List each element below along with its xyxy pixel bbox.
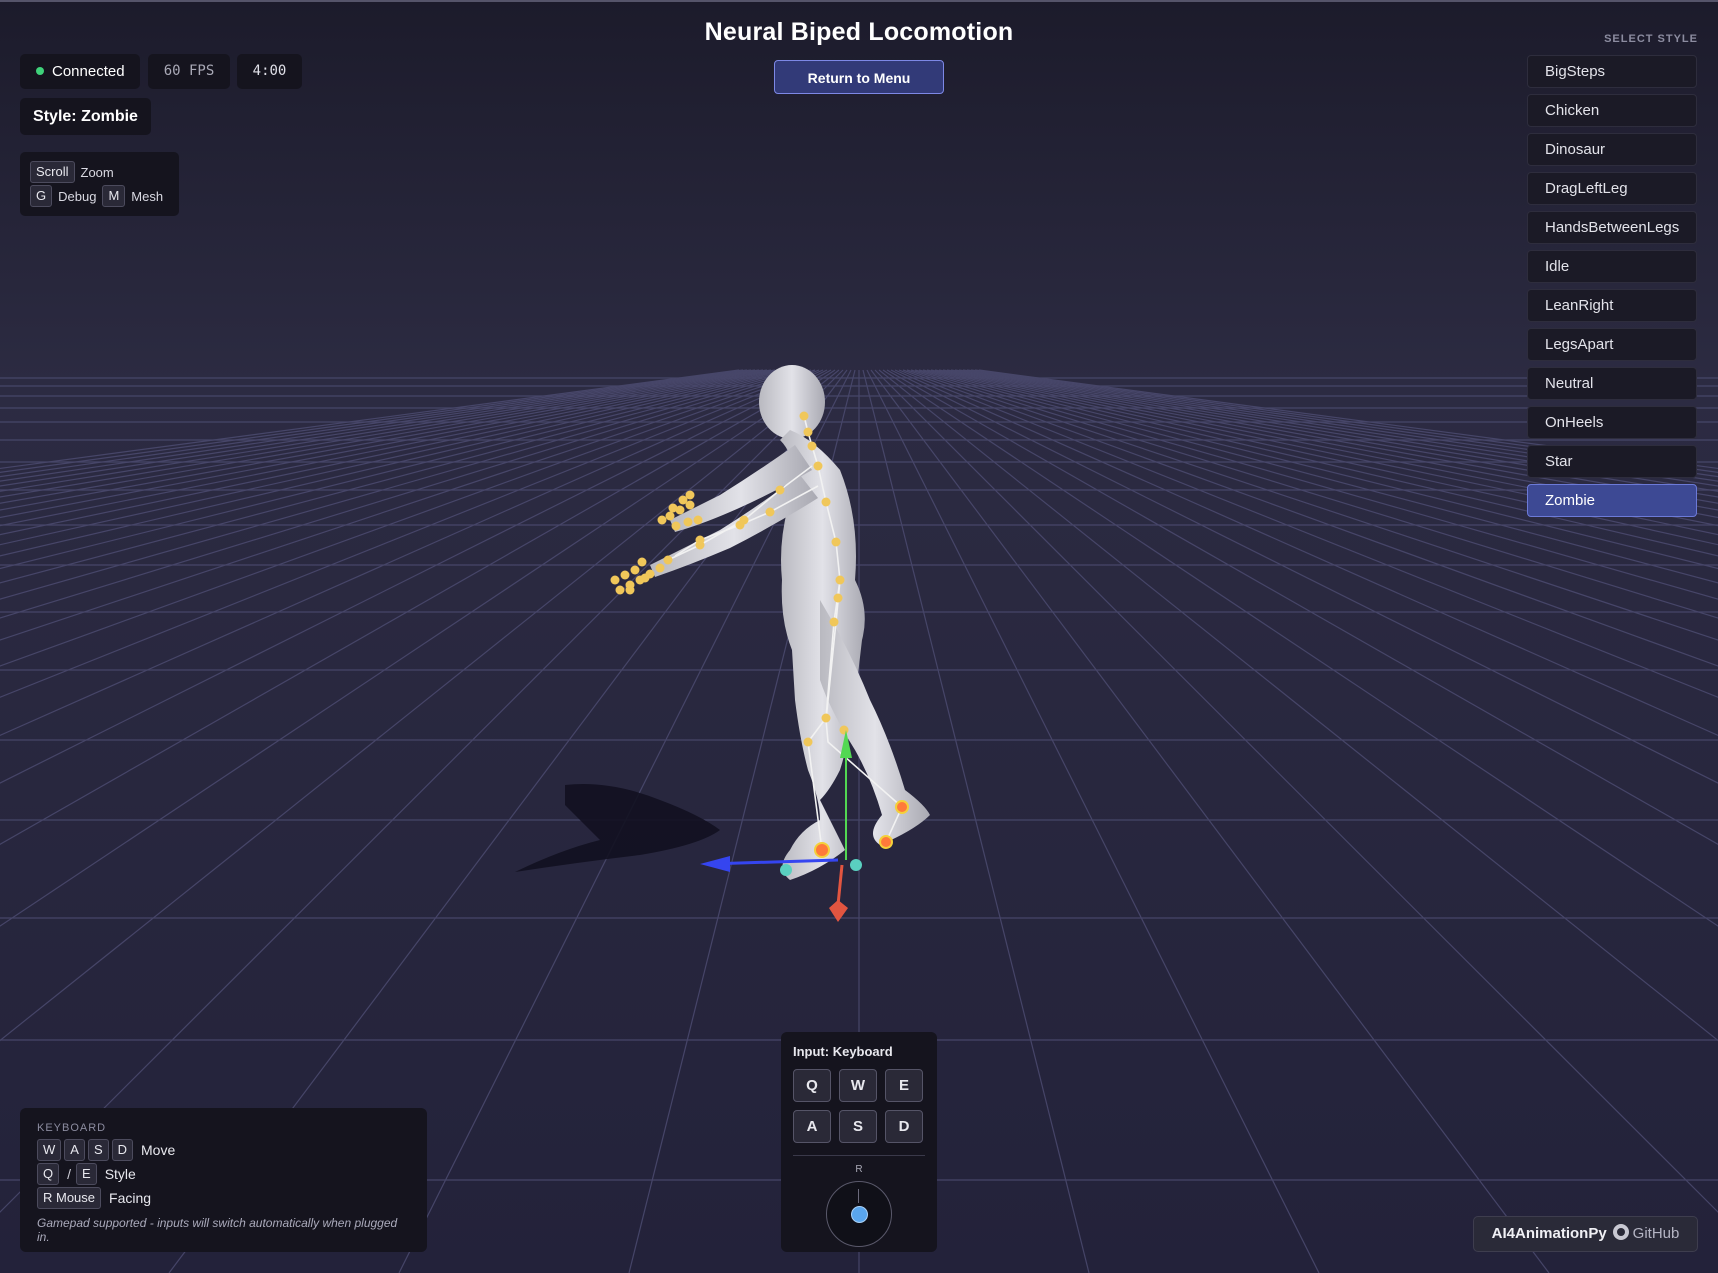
joint-marker (813, 461, 823, 471)
style-item-dinosaur[interactable]: Dinosaur (1527, 133, 1697, 166)
joint-marker (803, 427, 813, 437)
input-mode-label: Input: Keyboard (793, 1044, 893, 1059)
joint-marker (821, 497, 831, 507)
key-d: D (111, 1139, 134, 1161)
key-s: S (87, 1139, 109, 1161)
joint-marker (630, 565, 640, 575)
joint-marker (683, 517, 693, 527)
joint-marker (693, 515, 703, 525)
connection-status: Connected (20, 54, 140, 89)
style-list: BigSteps Chicken Dinosaur DragLeftLeg Ha… (1527, 55, 1697, 523)
joint-marker (657, 515, 667, 525)
joint-marker (835, 575, 845, 585)
page-title: Neural Biped Locomotion (704, 18, 1014, 46)
joint-marker (735, 520, 745, 530)
key-a: A (64, 1139, 85, 1161)
joint-marker (615, 585, 625, 595)
key-separator: / (67, 1166, 72, 1182)
timer: 4:00 (237, 54, 302, 89)
style-item-chicken[interactable]: Chicken (1527, 94, 1697, 127)
input-key-a: A (793, 1110, 831, 1143)
key-e: E (76, 1163, 97, 1185)
style-item-onheels[interactable]: OnHeels (1527, 406, 1697, 439)
style-item-idle[interactable]: Idle (1527, 250, 1697, 283)
view-hints-panel: Scroll Zoom G Debug M Mesh (20, 152, 179, 216)
facing-label: Facing (109, 1190, 152, 1206)
joint-marker (695, 535, 705, 545)
style-item-star[interactable]: Star (1527, 445, 1697, 478)
stick-knob-icon (851, 1206, 868, 1223)
joint-marker (765, 507, 775, 517)
status-dot-icon (36, 67, 44, 75)
keyboard-heading: KEYBOARD (37, 1122, 107, 1134)
hint-zoom-label: Zoom (80, 164, 114, 180)
github-icon (1612, 1224, 1629, 1240)
github-link-button[interactable]: AI4AnimationPy GitHub (1473, 1216, 1698, 1252)
fps-counter: 60 FPS (148, 54, 230, 89)
joint-marker (799, 411, 809, 421)
input-key-d: D (885, 1110, 923, 1143)
style-item-dragleftleg[interactable]: DragLeftLeg (1527, 172, 1697, 205)
input-key-w: W (839, 1069, 877, 1102)
key-g: G (30, 185, 53, 207)
keyboard-help-panel: KEYBOARD W A S D Move Q / E Style R Mous… (20, 1108, 427, 1252)
joint-marker (655, 563, 665, 573)
hint-mesh-label: Mesh (131, 188, 164, 204)
brand-label: AI4AnimationPy (1491, 1225, 1607, 1242)
joint-marker (610, 575, 620, 585)
input-key-s: S (839, 1110, 877, 1143)
joint-marker (831, 537, 841, 547)
key-scroll: Scroll (30, 161, 75, 183)
joint-marker (839, 725, 849, 735)
style-item-bigsteps[interactable]: BigSteps (1527, 55, 1697, 88)
style-label: Style (104, 1166, 136, 1182)
move-label: Move (141, 1142, 176, 1158)
style-item-neutral[interactable]: Neutral (1527, 367, 1697, 400)
connection-label: Connected (52, 63, 125, 80)
input-key-q: Q (793, 1069, 831, 1102)
key-w: W (37, 1139, 62, 1161)
return-to-menu-button[interactable]: Return to Menu (774, 60, 944, 94)
joint-marker (829, 617, 839, 627)
input-display-panel: Input: Keyboard Q W E A S D R (781, 1032, 937, 1252)
joint-marker (821, 713, 831, 723)
joint-marker (640, 573, 650, 583)
joint-marker (637, 557, 647, 567)
style-item-legsapart[interactable]: LegsApart (1527, 328, 1697, 361)
current-style-badge: Style: Zombie (20, 98, 151, 135)
gamepad-note: Gamepad supported - inputs will switch a… (37, 1216, 398, 1244)
facing-stick (826, 1181, 892, 1247)
stick-direction-indicator (858, 1189, 859, 1203)
stick-label: R (855, 1164, 863, 1175)
joint-marker (665, 511, 675, 521)
joint-marker (671, 521, 681, 531)
hint-debug-label: Debug (58, 188, 97, 204)
key-q: Q (37, 1163, 60, 1185)
select-style-heading: SELECT STYLE (1604, 33, 1698, 45)
input-key-e: E (885, 1069, 923, 1102)
joint-marker (625, 585, 635, 595)
joint-marker (803, 737, 813, 747)
key-r-mouse: R Mouse (37, 1187, 102, 1209)
joint-marker (807, 441, 817, 451)
github-label: GitHub (1632, 1225, 1680, 1242)
top-border (0, 0, 1718, 2)
joint-marker (685, 490, 695, 500)
key-m: M (102, 185, 126, 207)
joint-marker (775, 485, 785, 495)
input-divider (793, 1155, 925, 1156)
style-item-leanright[interactable]: LeanRight (1527, 289, 1697, 322)
joint-marker (668, 503, 678, 513)
joint-marker (833, 593, 843, 603)
style-item-zombie[interactable]: Zombie (1527, 484, 1697, 517)
style-item-handsbetweenlegs[interactable]: HandsBetweenLegs (1527, 211, 1697, 244)
joint-marker (663, 555, 673, 565)
joint-marker (620, 570, 630, 580)
